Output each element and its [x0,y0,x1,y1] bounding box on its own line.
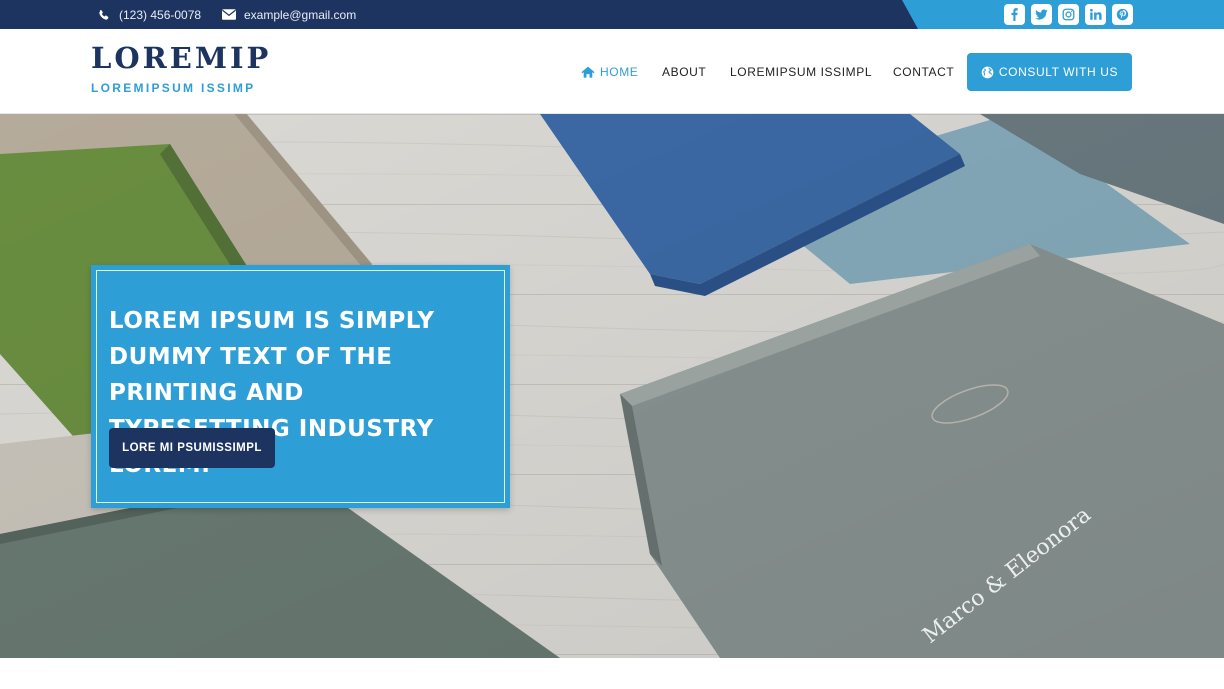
hero-cta-button[interactable]: LORE MI PSUMISSIMPL [109,428,275,468]
twitter-icon[interactable] [1031,4,1052,25]
hero-callout: LOREM IPSUM IS SIMPLY DUMMY TEXT OF THE … [91,265,510,508]
facebook-icon[interactable] [1004,4,1025,25]
pinterest-icon[interactable] [1112,4,1133,25]
email-address: example@gmail.com [244,7,357,22]
top-bar: (123) 456-0078 example@gmail.com [0,0,1224,29]
site-tagline: LOREMIPSUM ISSIMP [91,81,256,95]
hero-section: Marco & Eleonora LOREM IPSUM IS SIMPLY D… [0,114,1224,658]
phone-number: (123) 456-0078 [119,7,202,22]
home-icon [581,66,595,78]
nav-home[interactable]: HOME [581,29,638,114]
email-contact[interactable]: example@gmail.com [222,0,356,29]
envelope-icon [222,8,236,22]
site-header: LOREMIP LOREMIPSUM ISSIMP HOME ABOUT LOR… [0,29,1224,114]
social-links [1004,4,1133,25]
nav-about[interactable]: ABOUT [662,29,706,114]
instagram-icon[interactable] [1058,4,1079,25]
site-logo[interactable]: LOREMIP [91,41,271,75]
phone-contact[interactable]: (123) 456-0078 [97,0,201,29]
phone-icon [97,8,111,22]
globe-icon [981,66,994,79]
nav-loremipsum[interactable]: LOREMIPSUM ISSIMPL [730,29,872,114]
nav-contact[interactable]: CONTACT [893,29,954,114]
linkedin-icon[interactable] [1085,4,1106,25]
nav-home-label: HOME [600,64,639,79]
consult-button[interactable]: CONSULT WITH US [967,53,1132,91]
consult-label: CONSULT WITH US [998,65,1119,79]
